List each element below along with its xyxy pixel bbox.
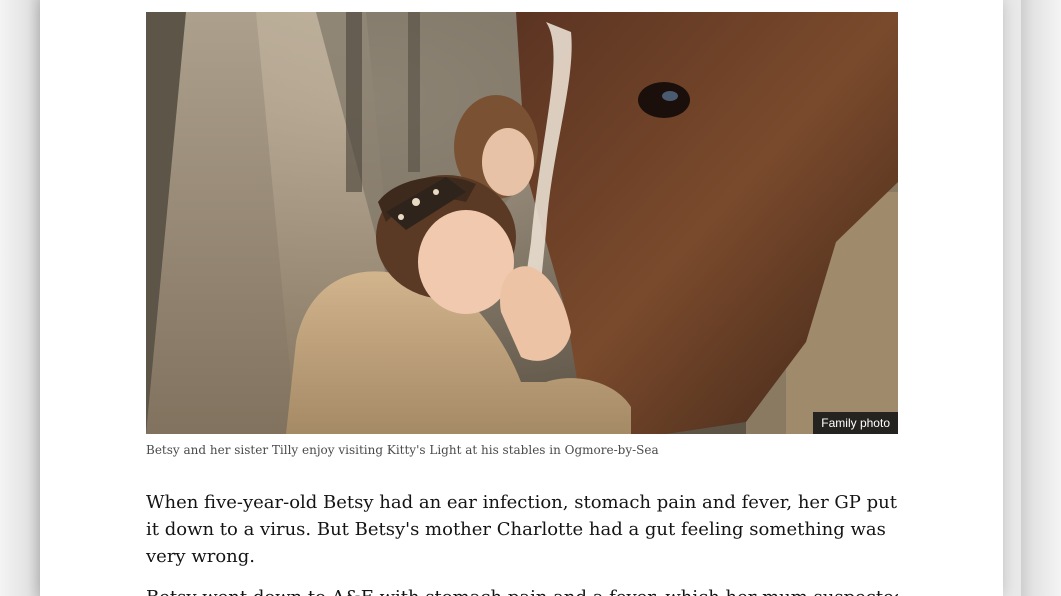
right-margin (1021, 0, 1061, 596)
article-photo: Family photo (146, 12, 898, 434)
photo-girl-hugging-horse-icon (146, 12, 898, 434)
photo-credit: Family photo (813, 412, 898, 434)
article-paragraph-next: Betsy went down to A&E with stomach pain… (146, 584, 898, 596)
left-margin (0, 0, 40, 596)
article-paragraph: When five-year-old Betsy had an ear infe… (146, 492, 897, 567)
photo-caption: Betsy and her sister Tilly enjoy visitin… (146, 443, 659, 457)
article-page: Family photo Betsy and her sister Tilly … (40, 0, 1003, 596)
